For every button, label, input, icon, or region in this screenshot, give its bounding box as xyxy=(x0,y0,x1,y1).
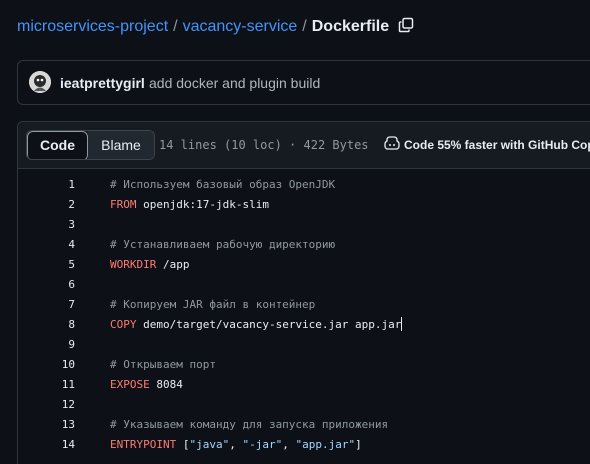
code-line[interactable]: 13 # Указываем команду для запуска прилож… xyxy=(18,415,590,435)
code-line[interactable]: 5 WORKDIR /app xyxy=(18,255,590,275)
code-line[interactable]: 4 # Устанавливаем рабочую директорию xyxy=(18,235,590,255)
line-content: # Используем базовый образ OpenJDK xyxy=(110,175,335,195)
line-content: # Устанавливаем рабочую директорию xyxy=(110,235,335,255)
breadcrumb-folder-link[interactable]: vacancy-service xyxy=(183,16,298,38)
file-header: Code Blame 14 lines (10 loc) · 422 Bytes… xyxy=(18,122,590,169)
code-line[interactable]: 11 EXPOSE 8084 xyxy=(18,375,590,395)
commit-author[interactable]: ieatprettygirl xyxy=(60,75,145,91)
code-keyword: ENTRYPOINT xyxy=(110,438,177,451)
line-content: # Копируем JAR файл в контейнер xyxy=(110,295,315,315)
code-line[interactable]: 3 xyxy=(18,215,590,235)
code-line[interactable]: 14 ENTRYPOINT ["java", "-jar", "app.jar"] xyxy=(18,435,590,455)
code-string: "app.jar" xyxy=(295,438,356,451)
line-number[interactable]: 9 xyxy=(18,335,75,355)
file-meta: 14 lines (10 loc) · 422 Bytes xyxy=(159,138,369,152)
code-line[interactable]: 2 FROM openjdk:17-jdk-slim xyxy=(18,195,590,215)
code-line[interactable]: 6 xyxy=(18,275,590,295)
code-comment: # Устанавливаем рабочую директорию xyxy=(110,238,336,251)
breadcrumb: microservices-project / vacancy-service … xyxy=(17,16,389,38)
code-text: /app xyxy=(156,258,190,271)
code-comment: # Указываем команду для запуска приложен… xyxy=(110,418,389,431)
code-line[interactable]: 10 # Открываем порт xyxy=(18,355,590,375)
code-line[interactable]: 12 xyxy=(18,395,590,415)
code-comment: # Копируем JAR файл в контейнер xyxy=(110,298,316,311)
copilot-promo-link[interactable]: Code 55% faster with GitHub Copi xyxy=(384,136,590,153)
line-content: FROM openjdk:17-jdk-slim xyxy=(110,195,269,215)
breadcrumb-separator: / xyxy=(302,18,307,35)
line-number[interactable]: 14 xyxy=(18,435,75,455)
code-text: , xyxy=(229,438,243,451)
tab-blame[interactable]: Blame xyxy=(88,131,154,159)
line-content: ENTRYPOINT ["java", "-jar", "app.jar"] xyxy=(110,435,362,455)
code-text: 8084 xyxy=(149,378,183,391)
line-content: COPY demo/target/vacancy-service.jar app… xyxy=(110,315,403,335)
line-number[interactable]: 10 xyxy=(18,355,75,375)
line-number[interactable]: 1 xyxy=(18,175,75,195)
line-number[interactable]: 13 xyxy=(18,415,75,435)
code-keyword: WORKDIR xyxy=(110,258,157,271)
code-keyword: EXPOSE xyxy=(110,378,150,391)
file-viewer: Code Blame 14 lines (10 loc) · 422 Bytes… xyxy=(17,121,590,464)
line-number[interactable]: 11 xyxy=(18,375,75,395)
code-line[interactable]: 9 xyxy=(18,335,590,355)
line-number[interactable]: 7 xyxy=(18,295,75,315)
tab-code[interactable]: Code xyxy=(27,131,88,159)
breadcrumb-repo-link[interactable]: microservices-project xyxy=(17,16,168,38)
breadcrumb-file-name: Dockerfile xyxy=(311,18,390,35)
line-content: # Указываем команду для запуска приложен… xyxy=(110,415,388,435)
code-text: ] xyxy=(355,438,362,451)
code-text: , xyxy=(282,438,296,451)
line-number[interactable]: 6 xyxy=(18,275,75,295)
text-cursor xyxy=(401,317,403,331)
copilot-icon xyxy=(384,136,404,153)
code-line[interactable]: 1 # Используем базовый образ OpenJDK xyxy=(18,175,590,195)
line-number[interactable]: 12 xyxy=(18,395,75,415)
avatar[interactable] xyxy=(29,71,51,93)
code-text: [ xyxy=(176,438,190,451)
code-keyword: COPY xyxy=(110,318,137,331)
line-number[interactable]: 4 xyxy=(18,235,75,255)
code-line[interactable]: 8 COPY demo/target/vacancy-service.jar ap… xyxy=(18,315,590,335)
line-number[interactable]: 8 xyxy=(18,315,75,335)
latest-commit-box: ieatprettygirl add docker and plugin bui… xyxy=(17,60,590,105)
code-text: openjdk:17-jdk-slim xyxy=(136,198,269,211)
commit-message[interactable]: add docker and plugin build xyxy=(149,75,320,91)
code-keyword: FROM xyxy=(110,198,137,211)
line-number[interactable]: 2 xyxy=(18,195,75,215)
line-content: WORKDIR /app xyxy=(110,255,189,275)
copy-icon xyxy=(398,17,414,38)
code-comment: # Открываем порт xyxy=(110,358,216,371)
code-text: demo/target/vacancy-service.jar app.jar xyxy=(136,318,402,331)
code-string: "java" xyxy=(189,438,230,451)
code-area[interactable]: 1 # Используем базовый образ OpenJDK 2 FROM… xyxy=(18,169,590,464)
code-line[interactable]: 7 # Копируем JAR файл в контейнер xyxy=(18,295,590,315)
line-number[interactable]: 5 xyxy=(18,255,75,275)
code-comment: # Используем базовый образ OpenJDK xyxy=(110,178,336,191)
copy-path-button[interactable] xyxy=(396,17,416,37)
line-content: # Открываем порт xyxy=(110,355,216,375)
line-number[interactable]: 3 xyxy=(18,215,75,235)
breadcrumb-separator: / xyxy=(173,18,178,35)
line-content: EXPOSE 8084 xyxy=(110,375,183,395)
copilot-promo-text: Code 55% faster with GitHub Copi xyxy=(404,137,590,152)
code-string: "-jar" xyxy=(242,438,283,451)
view-toggle: Code Blame xyxy=(26,130,155,160)
